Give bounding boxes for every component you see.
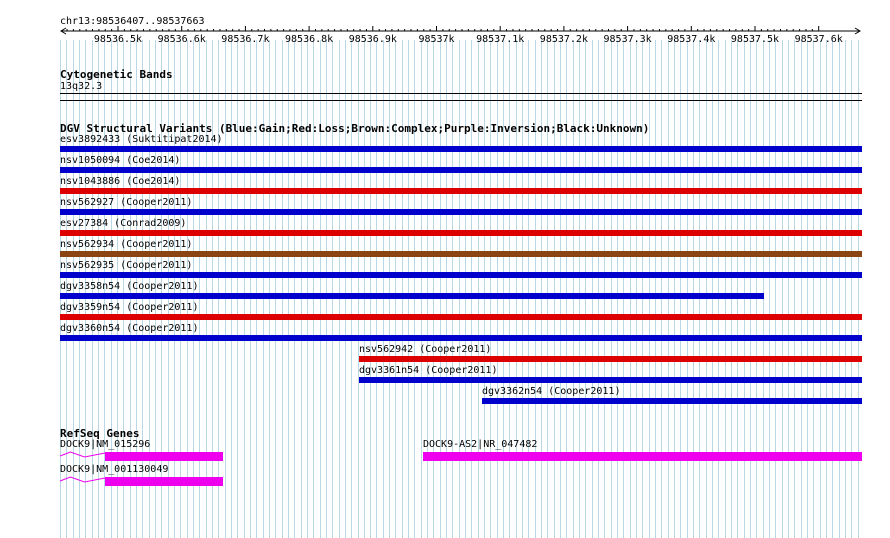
refseq-gene-label: DOCK9-AS2|NR_047482: [423, 439, 538, 450]
refseq-gene-exon[interactable]: [423, 452, 862, 461]
